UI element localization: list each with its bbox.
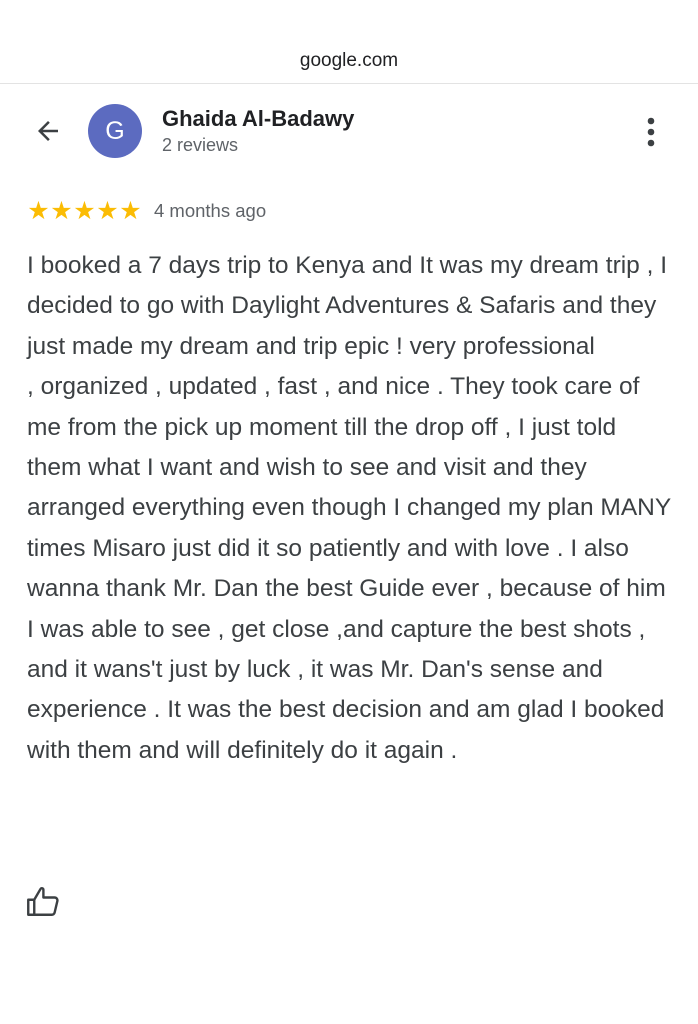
rating-row: ★ ★ ★ ★ ★ 4 months ago <box>27 198 266 224</box>
avatar-initial: G <box>105 116 125 145</box>
star-icon: ★ <box>73 197 96 225</box>
back-button[interactable] <box>28 113 68 149</box>
star-rating: ★ ★ ★ ★ ★ <box>27 198 142 224</box>
star-icon: ★ <box>119 197 142 225</box>
star-icon: ★ <box>27 197 50 225</box>
review-text: I booked a 7 days trip to Kenya and It w… <box>27 252 671 764</box>
thumb-up-icon <box>27 887 59 916</box>
like-button[interactable] <box>22 880 66 924</box>
star-icon: ★ <box>96 197 119 225</box>
more-vert-icon <box>647 117 655 147</box>
avatar[interactable]: G <box>88 104 142 158</box>
star-icon: ★ <box>50 197 73 225</box>
review-time: 4 months ago <box>154 200 267 221</box>
url-bar[interactable]: google.com <box>0 0 698 84</box>
arrow-back-icon <box>38 121 58 141</box>
reviewer-name[interactable]: Ghaida Al-Badawy <box>162 106 354 132</box>
url-text: google.com <box>299 50 399 71</box>
review-count: 2 reviews <box>162 135 239 155</box>
more-options-button[interactable] <box>630 112 672 152</box>
